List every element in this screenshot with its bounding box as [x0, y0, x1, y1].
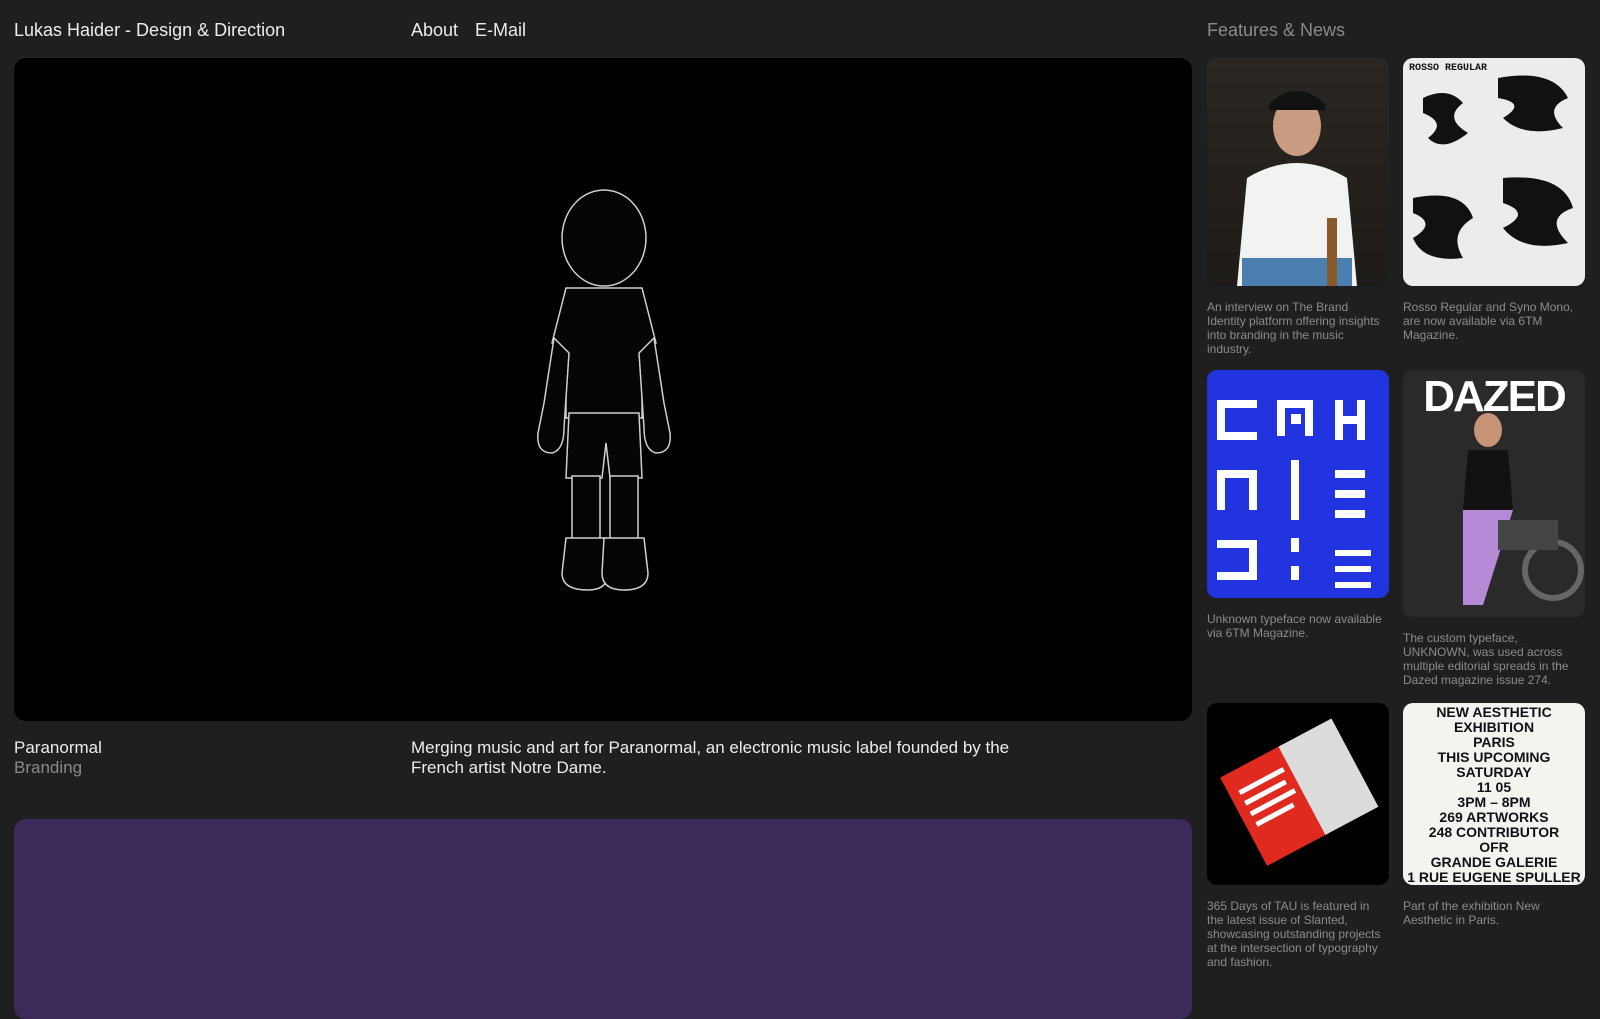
- feature-caption: 365 Days of TAU is featured in the lates…: [1207, 899, 1381, 969]
- feature-portrait-image[interactable]: [1207, 58, 1389, 286]
- feature-caption: Unknown typeface now available via 6TM M…: [1207, 612, 1382, 640]
- exhibition-poster-text: NEW AESTHETIC EXHIBITION PARIS THIS UPCO…: [1407, 704, 1581, 885]
- next-project-hero-media[interactable]: [14, 819, 1192, 1019]
- feature-caption: The custom typeface, UNKNOWN, was used a…: [1403, 631, 1569, 687]
- feature-unknown-typeface-image[interactable]: [1207, 370, 1389, 598]
- feature-slanted-magazine-image[interactable]: [1207, 703, 1389, 885]
- project-category: Branding: [14, 758, 83, 777]
- feature-card[interactable]: 365 Days of TAU is featured in the lates…: [1207, 703, 1389, 969]
- feature-caption: Part of the exhibition New Aesthetic in …: [1403, 899, 1540, 927]
- feature-card[interactable]: DAZED The custom typeface, UNKNOWN, was …: [1403, 370, 1585, 687]
- feature-card[interactable]: An interview on The Brand Identity platf…: [1207, 58, 1389, 356]
- feature-new-aesthetic-poster-image[interactable]: NEW AESTHETIC EXHIBITION PARIS THIS UPCO…: [1403, 703, 1585, 885]
- nav-email-link[interactable]: E-Mail: [475, 20, 526, 41]
- dazed-logo: DAZED: [1423, 372, 1567, 421]
- site-title[interactable]: Lukas Haider - Design & Direction: [14, 20, 285, 41]
- feature-dazed-cover-image[interactable]: DAZED: [1403, 370, 1585, 617]
- feature-rosso-poster-image[interactable]: ROSSO REGULAR: [1403, 58, 1585, 286]
- figure-silhouette-image: [537, 189, 671, 591]
- features-title: Features & News: [1207, 20, 1346, 40]
- feature-caption: An interview on The Brand Identity platf…: [1207, 300, 1380, 356]
- feature-card[interactable]: ROSSO REGULAR Rosso Regular and Syno Mon…: [1403, 58, 1585, 342]
- main-nav: About E-Mail: [411, 20, 526, 41]
- feature-card[interactable]: NEW AESTHETIC EXHIBITION PARIS THIS UPCO…: [1403, 703, 1585, 927]
- nav-about-link[interactable]: About: [411, 20, 458, 41]
- feature-card[interactable]: Unknown typeface now available via 6TM M…: [1207, 370, 1389, 640]
- project-description: Merging music and art for Paranormal, an…: [411, 738, 1010, 777]
- project-title[interactable]: Paranormal: [14, 738, 102, 758]
- feature-caption: Rosso Regular and Syno Mono, are now ava…: [1403, 300, 1574, 342]
- project-hero-media[interactable]: [14, 58, 1192, 721]
